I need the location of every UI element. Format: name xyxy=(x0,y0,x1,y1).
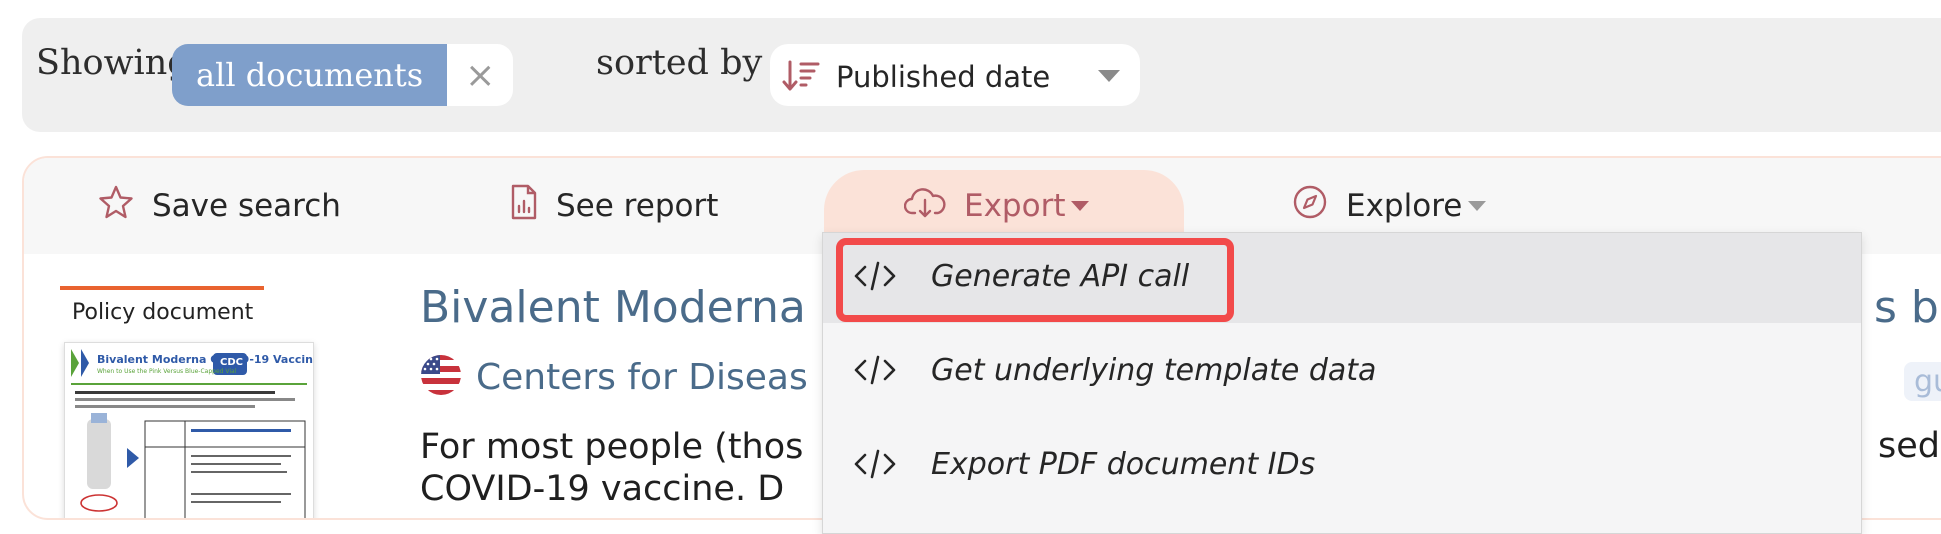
menu-item-label: Export PDF document IDs xyxy=(931,447,1316,482)
report-icon xyxy=(510,184,556,228)
chevron-down-icon xyxy=(1098,70,1120,82)
doc-type-accent xyxy=(60,286,264,290)
snippet-line-2: COVID-19 vaccine. D xyxy=(420,469,785,509)
star-icon xyxy=(98,185,152,227)
us-flag-icon xyxy=(420,354,462,400)
see-report-label: See report xyxy=(556,188,719,224)
filter-bar: Showing all documents × sorted by Publis… xyxy=(22,18,1941,132)
cdc-logo: CDC xyxy=(220,357,243,368)
export-label: Export xyxy=(964,188,1066,224)
filter-chip-label[interactable]: all documents xyxy=(172,44,448,106)
document-snippet: For most people (thos COVID-19 vaccine. … xyxy=(420,426,803,510)
close-icon[interactable]: × xyxy=(447,44,514,106)
sort-descending-icon xyxy=(782,59,822,97)
menu-item-label: Get underlying template data xyxy=(931,353,1377,388)
sort-dropdown[interactable]: Published date xyxy=(770,44,1140,106)
filter-chip[interactable]: all documents × xyxy=(172,44,514,106)
doc-type-label: Policy document xyxy=(72,300,254,325)
save-search-button[interactable]: Save search xyxy=(98,184,341,228)
cloud-download-icon xyxy=(903,185,964,227)
thumbnail-heading: Bivalent Moderna COVID-19 Vaccine xyxy=(97,353,314,366)
document-tag[interactable]: guida xyxy=(1904,362,1941,401)
explore-label: Explore xyxy=(1346,188,1463,224)
code-icon xyxy=(853,353,897,391)
publisher-row: Centers for Diseas xyxy=(420,354,808,400)
see-report-button[interactable]: See report xyxy=(510,184,718,228)
compass-icon xyxy=(1292,184,1346,228)
save-search-label: Save search xyxy=(152,188,341,224)
sorted-by-label: sorted by xyxy=(596,43,763,83)
code-icon xyxy=(853,447,897,485)
snippet-line-1-tail: sed) xyxy=(1878,426,1941,466)
sort-value: Published date xyxy=(836,60,1051,94)
chevron-down-icon xyxy=(1468,201,1487,211)
explore-button[interactable]: Explore xyxy=(1292,184,1487,228)
menu-item-get-template-data[interactable]: Get underlying template data xyxy=(823,327,1861,417)
snippet-line-1: For most people (thos xyxy=(420,427,804,467)
menu-item-export-pdf-ids[interactable]: Export PDF document IDs xyxy=(823,421,1861,511)
publisher-name[interactable]: Centers for Diseas xyxy=(476,357,808,398)
export-button[interactable]: Export xyxy=(903,184,1090,228)
thumbnail-subheading: When to Use the Pink Versus Blue-Capped … xyxy=(97,368,237,375)
showing-label: Showing xyxy=(36,43,190,83)
document-title[interactable]: Bivalent Moderna C xyxy=(420,282,851,333)
chevron-down-icon xyxy=(1071,201,1090,211)
highlight-annotation xyxy=(836,238,1234,322)
document-title-tail[interactable]: s blu xyxy=(1874,282,1941,333)
document-thumbnail[interactable]: Bivalent Moderna COVID-19 Vaccine When t… xyxy=(64,342,314,518)
